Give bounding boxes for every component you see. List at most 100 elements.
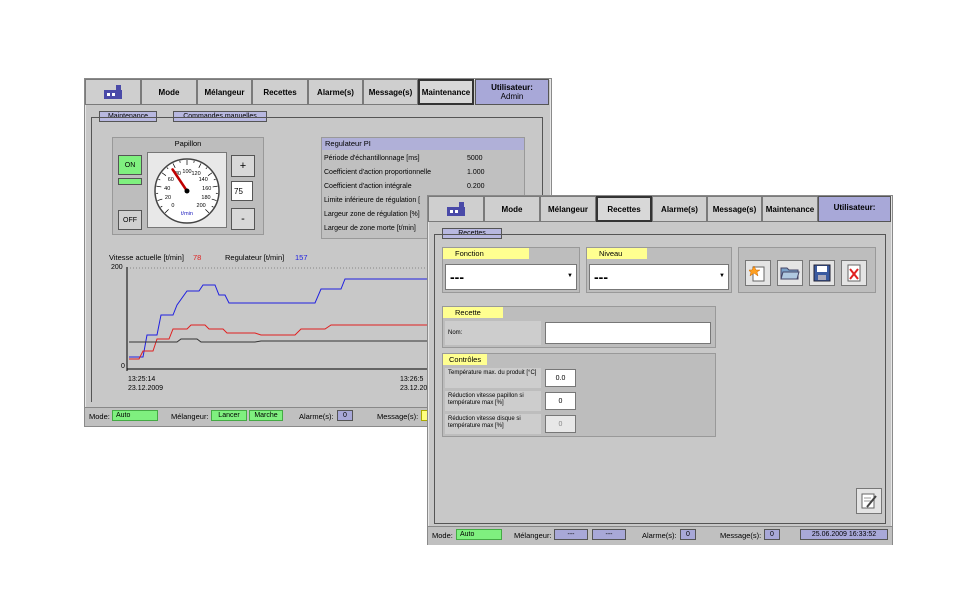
factory-icon xyxy=(104,85,122,99)
papillon-value-field[interactable]: 75 xyxy=(231,181,253,201)
control-input-1[interactable]: 0 xyxy=(545,392,576,410)
pi-value-2: 0.200 xyxy=(467,183,485,190)
trend-date-start: 23.12.2009 xyxy=(128,385,164,392)
gauge-tick-label: 60 xyxy=(168,177,174,183)
trend-time-start: 13:25:14 xyxy=(128,376,156,383)
papillon-title: Papillon xyxy=(174,139,202,148)
nav-melangeur[interactable]: Mélangeur xyxy=(540,196,596,222)
speed-label: Vitesse actuelle [t/min] xyxy=(109,253,184,262)
nav-alarmes[interactable]: Alarme(s) xyxy=(308,79,363,105)
minus-button[interactable]: - xyxy=(231,208,255,230)
new-recipe-button[interactable] xyxy=(745,260,771,286)
pi-value-1: 1.000 xyxy=(467,169,485,176)
chevron-down-icon: ▼ xyxy=(719,273,725,279)
user-name: Admin xyxy=(500,92,524,101)
controles-group: Contrôles Température max. du produit [°… xyxy=(442,353,716,437)
alarm-label: Alarme(s): xyxy=(642,531,677,540)
fonction-dropdown[interactable]: --- ▼ xyxy=(445,264,577,290)
off-button[interactable]: OFF xyxy=(118,210,142,230)
user-button[interactable]: Utilisateur: Admin xyxy=(475,79,549,105)
nav-mode[interactable]: Mode xyxy=(484,196,540,222)
gauge-hub xyxy=(184,188,190,194)
message-label: Message(s): xyxy=(377,412,419,421)
trend-time-end: 13:26:5 xyxy=(400,376,424,383)
gauge-tick-label: 0 xyxy=(171,203,174,209)
mode-value: Auto xyxy=(112,410,158,421)
open-recipe-button[interactable] xyxy=(777,260,803,286)
niveau-dropdown[interactable]: --- ▼ xyxy=(589,264,729,290)
fonction-label: Fonction xyxy=(443,248,529,259)
control-input-0[interactable]: 0.0 xyxy=(545,369,576,387)
speed-value: 78 xyxy=(193,253,202,262)
nav-recettes[interactable]: Recettes xyxy=(252,79,308,105)
on-button[interactable]: ON xyxy=(118,155,142,175)
home-button[interactable] xyxy=(85,79,141,105)
gauge-tick-label: 100 xyxy=(182,169,191,175)
pi-title: Regulateur PI xyxy=(322,138,524,150)
recipe-actions xyxy=(738,247,876,293)
chevron-down-icon: ▼ xyxy=(567,273,573,279)
user-title: Utilisateur: xyxy=(833,203,876,212)
recette-group: Recette Nom: xyxy=(442,306,716,348)
regulator-value: 157 xyxy=(295,253,308,262)
delete-icon xyxy=(847,264,861,282)
recettes-window: Mode Mélangeur Recettes Alarme(s) Messag… xyxy=(427,195,893,545)
trend-date-end: 23.12.20 xyxy=(400,385,428,392)
trend-ymax: 200 xyxy=(111,264,123,271)
mode-value: Auto xyxy=(456,529,502,540)
message-count[interactable]: 0 xyxy=(764,529,780,540)
nav-alarmes[interactable]: Alarme(s) xyxy=(652,196,707,222)
edit-button[interactable] xyxy=(856,488,882,514)
mixer-label: Mélangeur: xyxy=(514,531,552,540)
save-recipe-button[interactable] xyxy=(809,260,835,286)
speed-gauge: 0 20 40 60 80 100 120 140 160 180 200 t/min xyxy=(147,152,227,228)
user-button[interactable]: Utilisateur: xyxy=(818,196,891,222)
lancer-button[interactable]: Lancer xyxy=(211,410,247,421)
mixer-label: Mélangeur: xyxy=(171,412,209,421)
factory-icon xyxy=(447,202,465,216)
mixer-status-1: --- xyxy=(554,529,588,540)
edit-pencil-icon xyxy=(861,493,877,509)
nom-label: Nom: xyxy=(445,321,541,345)
nav-mode[interactable]: Mode xyxy=(141,79,197,105)
niveau-value: --- xyxy=(594,269,608,285)
delete-recipe-button[interactable] xyxy=(841,260,867,286)
alarm-count[interactable]: 0 xyxy=(337,410,353,421)
mixer-status-2: --- xyxy=(592,529,626,540)
nav-melangeur[interactable]: Mélangeur xyxy=(197,79,252,105)
regulator-label: Regulateur [t/min] xyxy=(225,253,285,262)
alarm-count[interactable]: 0 xyxy=(680,529,696,540)
fonction-value: --- xyxy=(450,269,464,285)
user-title: Utilisateur: xyxy=(491,83,533,92)
gauge-tick-label: 20 xyxy=(165,195,171,201)
papillon-panel: Papillon ON OFF 0 20 40 60 80 100 120 140 160 180… xyxy=(112,137,264,235)
gauge-tick-label: 140 xyxy=(199,177,208,183)
gauge-dial: 020406080 100 120140160180200t/min xyxy=(154,158,220,224)
nav-messages[interactable]: Message(s) xyxy=(707,196,762,222)
marche-button[interactable]: Marche xyxy=(249,410,283,421)
home-button[interactable] xyxy=(428,196,484,222)
pi-label-3: Limite inférieure de régulation [ xyxy=(324,197,421,204)
nom-input[interactable] xyxy=(545,322,711,344)
pi-label-5: Largeur de zone morte [t/min] xyxy=(324,225,416,232)
nav-messages[interactable]: Message(s) xyxy=(363,79,418,105)
actual-trend-line xyxy=(129,338,429,343)
control-input-2: 0 xyxy=(545,415,576,433)
controles-label: Contrôles xyxy=(443,354,487,365)
gauge-tick-label: 180 xyxy=(201,195,210,201)
plus-button[interactable]: + xyxy=(231,155,255,177)
trend-chart xyxy=(126,267,429,371)
gauge-tick-label: 200 xyxy=(197,203,206,209)
mode-label: Mode: xyxy=(89,412,110,421)
niveau-label: Niveau xyxy=(587,248,647,259)
control-label-0: Température max. du produit [°C] xyxy=(445,368,541,388)
nav-recettes[interactable]: Recettes xyxy=(596,196,652,222)
gauge-tick-label: 40 xyxy=(164,186,170,192)
datetime-display: 25.06.2009 16:33:52 xyxy=(800,529,888,540)
pi-label-4: Largeur zone de régulation [%] xyxy=(324,211,420,218)
new-document-icon xyxy=(749,265,765,282)
nav-maintenance[interactable]: Maintenance xyxy=(762,196,818,222)
pi-label-2: Coefficient d'action intégrale xyxy=(324,183,412,190)
regulator-trend-line xyxy=(129,278,429,358)
nav-maintenance[interactable]: Maintenance xyxy=(418,79,474,105)
